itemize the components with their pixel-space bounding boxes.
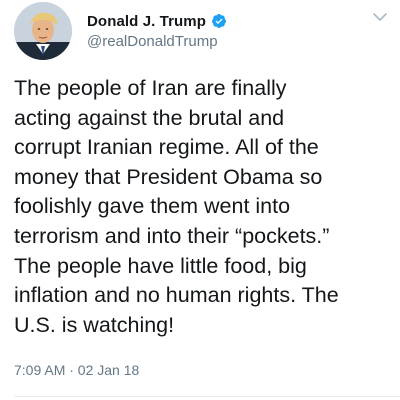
chevron-down-icon[interactable] xyxy=(372,10,388,22)
verified-badge-icon xyxy=(211,13,227,29)
tweet-card: Donald J. Trump @realDonaldTrump The peo… xyxy=(0,0,400,400)
avatar-photo xyxy=(14,2,72,60)
author-display-name[interactable]: Donald J. Trump xyxy=(87,13,206,30)
author-handle[interactable]: @realDonaldTrump xyxy=(87,33,218,50)
avatar[interactable] xyxy=(14,2,72,60)
tweet-timestamp[interactable]: 7:09 AM · 02 Jan 18 xyxy=(14,362,139,378)
divider xyxy=(14,396,400,397)
author-name-row[interactable]: Donald J. Trump xyxy=(87,11,227,31)
tweet-text: The people of Iran are finally acting ag… xyxy=(14,76,339,337)
